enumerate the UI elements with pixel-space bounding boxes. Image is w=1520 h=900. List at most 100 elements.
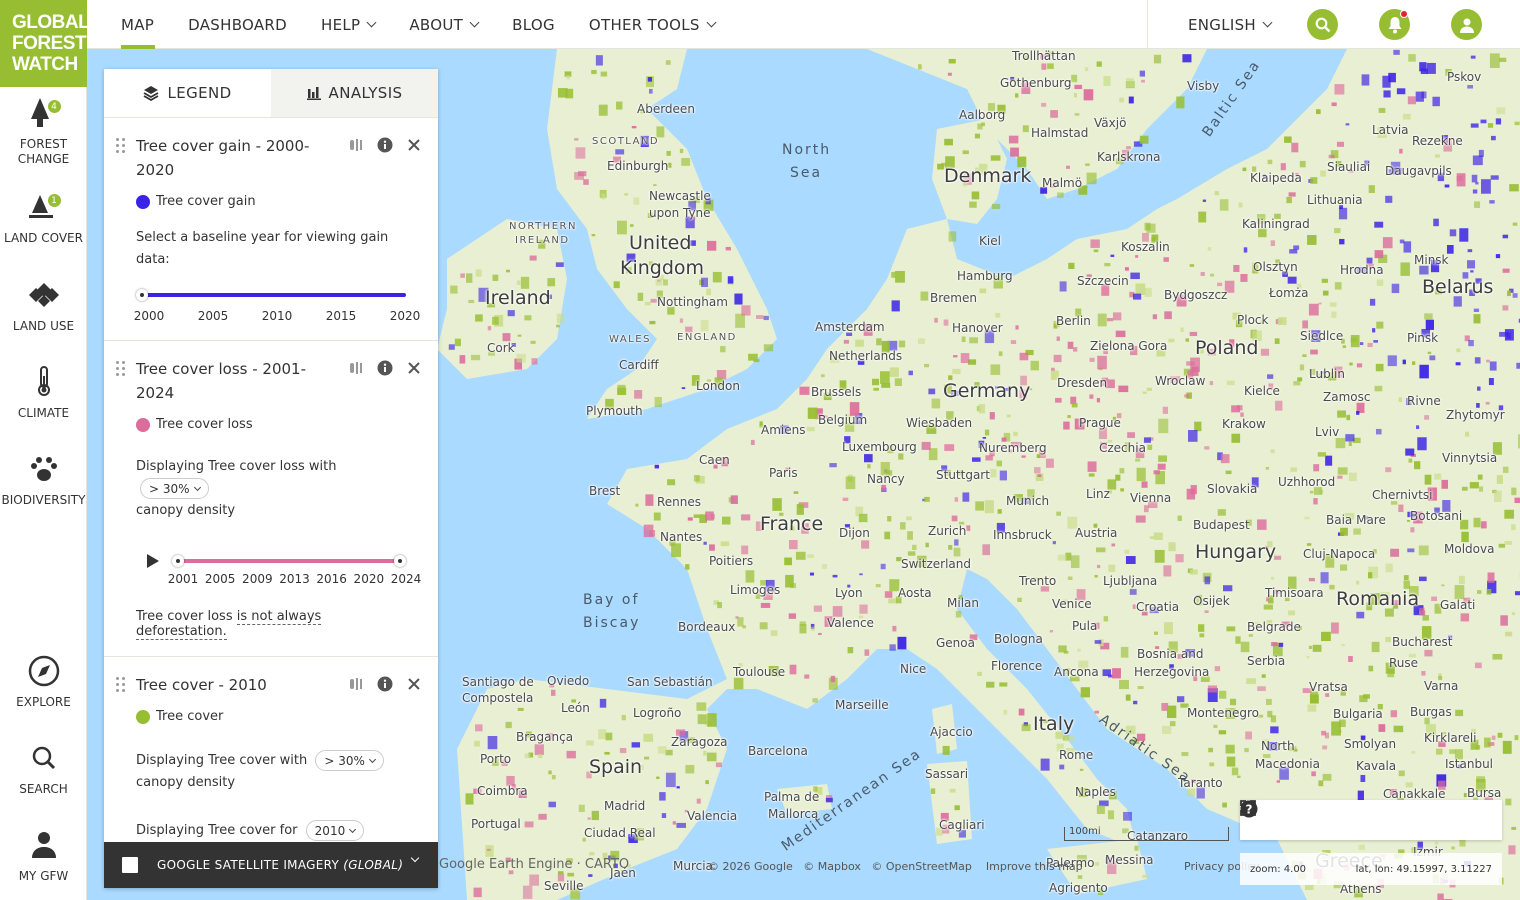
legend-label: Tree cover gain [156, 194, 256, 209]
year-tick: 2009 [242, 572, 273, 586]
language-selector[interactable]: ENGLISH [1188, 16, 1273, 34]
forest-pixel [665, 60, 671, 65]
basemap-checkbox[interactable] [122, 857, 138, 873]
info-button[interactable] [377, 360, 393, 376]
nav-help[interactable]: HELP [304, 0, 392, 49]
drag-handle-icon[interactable] [116, 361, 126, 378]
forest-pixel [1265, 466, 1270, 470]
search-button[interactable] [1307, 9, 1338, 40]
opacity-button[interactable] [348, 676, 364, 692]
map-label-innsbruck: Innsbruck [993, 528, 1052, 542]
share-button[interactable] [1240, 800, 1403, 830]
map-label-serbia: Serbia [1247, 654, 1286, 668]
sidebar-item-biodiversity[interactable]: BIODIVERSITY [0, 451, 87, 508]
remove-layer-button[interactable] [406, 676, 422, 692]
opacity-button[interactable] [348, 137, 364, 153]
forest-pixel [931, 398, 941, 409]
forest-pixel [1219, 199, 1229, 211]
drag-handle-icon[interactable] [116, 138, 126, 155]
forest-pixel [873, 387, 879, 391]
forest-pixel [599, 698, 607, 708]
gfw-logo[interactable]: GLOBAL FOREST WATCH [0, 0, 90, 87]
forest-pixel [600, 71, 608, 77]
play-button[interactable] [146, 553, 160, 572]
sidebar-item-my-gfw[interactable]: MY GFW [0, 827, 87, 884]
sidebar-item-climate[interactable]: CLIMATE [0, 364, 87, 421]
forest-pixel [986, 681, 995, 688]
canopy-density-dropdown[interactable]: > 30% [140, 478, 209, 499]
fullscreen-button[interactable] [1240, 800, 1359, 830]
forest-pixel [1139, 135, 1149, 144]
notifications-button[interactable] [1379, 9, 1410, 40]
forest-pixel [548, 770, 552, 775]
forest-pixel [875, 584, 881, 588]
forest-pixel [1141, 481, 1148, 488]
forest-pixel [989, 412, 995, 420]
loss-year-slider[interactable] [172, 551, 406, 571]
map-label-wroclaw: Wroclaw [1155, 374, 1206, 388]
forest-pixel [1194, 421, 1202, 432]
forest-pixel [1502, 268, 1510, 273]
remove-layer-button[interactable] [406, 137, 422, 153]
tab-legend[interactable]: LEGEND [104, 69, 271, 117]
forest-pixel [487, 848, 491, 851]
nav-about[interactable]: ABOUT [392, 0, 495, 49]
year-tick: 2024 [390, 572, 422, 586]
forest-pixel [750, 439, 755, 446]
nav-dashboard[interactable]: DASHBOARD [171, 0, 304, 49]
map-label-ireland-r: IRELAND [515, 235, 570, 246]
forest-pixel [1284, 136, 1292, 143]
osm-attribution-link[interactable]: © OpenStreetMap [871, 860, 972, 873]
slider-end-handle[interactable] [394, 555, 406, 567]
map-settings-button[interactable] [1240, 800, 1446, 830]
sidebar-item-search[interactable]: SEARCH [0, 740, 87, 797]
year-tick: 2020 [389, 309, 421, 323]
forest-pixel [1143, 505, 1149, 513]
basemap-selector[interactable]: GOOGLE SATELLITE IMAGERY (GLOBAL) [104, 842, 438, 888]
forest-pixel [1135, 255, 1139, 258]
chevron-down-icon [193, 483, 201, 491]
forest-pixel [705, 511, 714, 521]
map-help-button[interactable]: ? [1240, 800, 1490, 830]
sidebar-item-forest-change[interactable]: 4 FOREST CHANGE [0, 95, 87, 167]
remove-layer-button[interactable] [406, 360, 422, 376]
forest-pixel [872, 378, 880, 386]
info-button[interactable] [377, 676, 393, 692]
forest-pixel [466, 273, 473, 283]
forest-pixel [894, 378, 902, 386]
nav-map[interactable]: MAP [104, 0, 171, 49]
sidebar-item-land-use[interactable]: LAND USE [0, 277, 87, 334]
nav-other-tools[interactable]: OTHER TOOLS [572, 0, 732, 49]
map-label-sea: Sea [790, 165, 823, 181]
forest-pixel [1473, 314, 1481, 324]
forest-pixel [1485, 401, 1490, 405]
opacity-button[interactable] [348, 360, 364, 376]
tab-analysis[interactable]: ANALYSIS [271, 69, 438, 117]
forest-pixel [1329, 584, 1335, 590]
forest-pixel [760, 602, 771, 608]
sidebar-item-land-cover[interactable]: 1 LAND COVER [0, 189, 87, 246]
gain-year-slider[interactable] [136, 285, 406, 305]
nav-blog[interactable]: BLOG [495, 0, 572, 49]
zoom-in-button[interactable] [1241, 801, 1315, 830]
drag-handle-icon[interactable] [116, 677, 126, 694]
improve-map-link[interactable]: Improve this map [986, 860, 1083, 873]
mapbox-attribution-link[interactable]: © Mapbox [803, 860, 861, 873]
forest-pixel [1378, 724, 1386, 732]
canopy-density-dropdown[interactable]: > 30% [315, 750, 384, 771]
sidebar-item-explore[interactable]: EXPLORE [0, 653, 87, 710]
forest-pixel [1003, 709, 1008, 715]
map-label-marseille: Marseille [835, 698, 889, 712]
forest-pixel [615, 149, 625, 155]
account-button[interactable] [1451, 9, 1482, 40]
info-button[interactable] [377, 137, 393, 153]
forest-pixel [962, 150, 969, 155]
forest-pixel [1516, 362, 1520, 369]
sidebar-item-label: CHANGE [17, 152, 70, 166]
year-dropdown[interactable]: 2010 [305, 820, 365, 841]
slider-start-handle[interactable] [172, 555, 184, 567]
lat-lon-readout: lat, lon: 49.15997, 3.11227 [1355, 863, 1492, 875]
forest-pixel [1419, 607, 1425, 615]
forest-pixel [884, 591, 893, 598]
slider-handle[interactable] [136, 289, 148, 301]
